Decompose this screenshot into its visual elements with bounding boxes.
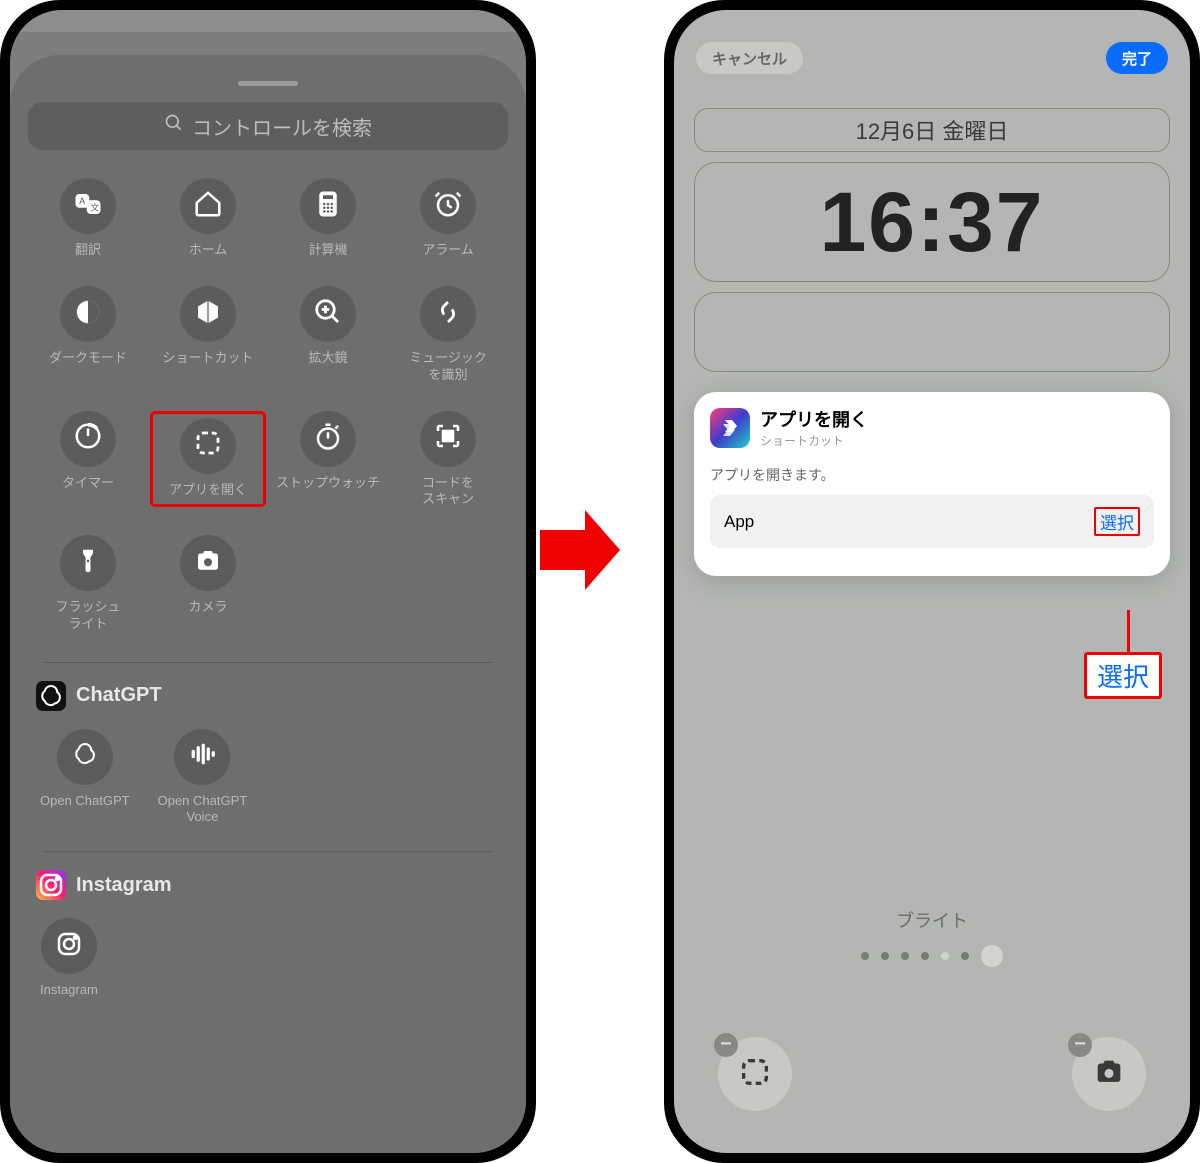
stopwatch-icon [313,421,343,456]
voice-icon [187,739,217,774]
remove-right-button[interactable]: − [1068,1033,1092,1057]
control-camera[interactable]: カメラ [150,535,266,632]
lockscreen-edit-screen: キャンセル 完了 12月6日 金曜日 16:37 ア [674,10,1190,1153]
sheet-grabber[interactable] [238,81,298,86]
highlight-connector [1127,610,1130,652]
control-home[interactable]: ホーム [150,178,266,258]
instagram-icon [54,929,84,964]
translate-icon: A文 [73,189,103,224]
control-shortcut[interactable]: ショートカット [150,286,266,383]
search-icon [164,113,184,139]
camera-icon [1092,1055,1126,1094]
control-flashlight[interactable]: フラッシュ ライト [30,535,146,632]
flashlight-icon [73,546,103,581]
lockscreen-left-quick-button[interactable]: − [718,1037,792,1111]
lockscreen-widget-slot[interactable] [694,292,1170,372]
open-app-popup: アプリを開く ショートカット アプリを開きます。 App 選択 [694,392,1170,576]
control-alarm[interactable]: アラーム [390,178,506,258]
control-gallery-screen: コントロールを検索 A文 翻訳 ホ [10,10,526,1153]
svg-text:文: 文 [91,201,100,212]
app-row[interactable]: App 選択 [710,495,1154,548]
cancel-button[interactable]: キャンセル [696,42,803,74]
zoom-select-label: 選択 [1084,652,1162,699]
chatgpt-icon [70,739,100,774]
svg-text:A: A [79,196,85,206]
open-app-icon [738,1055,772,1094]
app-row-label: App [724,512,754,532]
shazam-icon [433,297,463,332]
open-app-icon [193,428,223,463]
popup-subtitle: ショートカット [760,432,868,449]
lockscreen-right-quick-button[interactable]: − [1072,1037,1146,1111]
popup-description: アプリを開きます。 [710,465,1154,485]
shortcut-icon [193,297,223,332]
camera-icon [193,546,223,581]
lockscreen-type-label: ブライト [674,907,1190,967]
page-dots[interactable] [674,945,1190,967]
instagram-app-icon [36,870,66,900]
control-translate[interactable]: A文 翻訳 [30,178,146,258]
calculator-icon [313,189,343,224]
phone-right: キャンセル 完了 12月6日 金曜日 16:37 ア [664,0,1200,1163]
alarm-icon [433,189,463,224]
control-magnifier[interactable]: 拡大鏡 [270,286,386,383]
control-open-chatgpt-voice[interactable]: Open ChatGPT Voice [158,729,248,826]
section-chatgpt-title: ChatGPT [76,684,162,707]
timer-icon [73,421,103,456]
popup-title: アプリを開く [760,406,868,432]
phone-left: コントロールを検索 A文 翻訳 ホ [0,0,536,1163]
magnifier-icon [313,297,343,332]
control-stopwatch[interactable]: ストップウォッチ [270,411,386,508]
chatgpt-app-icon [36,681,66,711]
control-open-chatgpt[interactable]: Open ChatGPT [40,729,130,826]
control-calculator[interactable]: 計算機 [270,178,386,258]
home-icon [193,189,223,224]
darkmode-icon [73,297,103,332]
control-timer[interactable]: タイマー [30,411,146,508]
shortcuts-app-icon [710,408,750,448]
control-scan-code[interactable]: コードを スキャン [390,411,506,508]
lockscreen-time-slot[interactable]: 16:37 [694,162,1170,282]
done-button[interactable]: 完了 [1106,42,1168,74]
qr-icon [433,421,463,456]
app-row-select-button[interactable]: 選択 [1094,507,1140,536]
control-instagram[interactable]: Instagram [40,918,98,998]
control-open-app[interactable]: アプリを開く [150,411,266,508]
search-controls-input[interactable]: コントロールを検索 [28,102,508,150]
section-instagram-title: Instagram [76,874,172,897]
remove-left-button[interactable]: − [714,1033,738,1057]
control-music-recognition[interactable]: ミュージック を識別 [390,286,506,383]
lockscreen-date-slot[interactable]: 12月6日 金曜日 [694,108,1170,152]
control-darkmode[interactable]: ダークモード [30,286,146,383]
search-placeholder: コントロールを検索 [192,112,372,141]
arrow-icon [540,500,620,600]
